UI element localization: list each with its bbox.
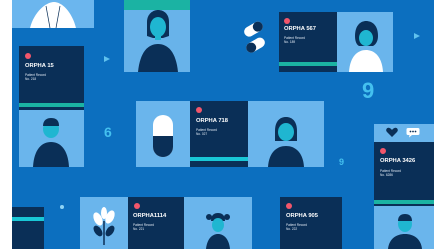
numeral-nine-large: 9 xyxy=(362,78,375,103)
orpha-code: ORPHA 15 xyxy=(25,63,54,69)
person-silhouette-woman-bob xyxy=(268,117,304,167)
person-tile-woman-right xyxy=(337,12,393,72)
record-number: No. 218 xyxy=(25,77,37,81)
person-tile-man-bottom-right xyxy=(374,206,434,249)
right-frame-edge xyxy=(434,0,440,249)
status-dot xyxy=(284,18,290,24)
orpha-code: ORPHA 3426 xyxy=(380,158,416,164)
record-card-orpha-718: ORPHA 718 Patient Record No. 027 xyxy=(190,101,248,167)
record-number: No. 222 xyxy=(286,227,298,231)
left-frame-edge xyxy=(0,0,12,249)
status-dot xyxy=(134,203,140,209)
pill-icon xyxy=(153,115,173,157)
card-status-bar xyxy=(190,157,248,161)
sparkle-dot xyxy=(60,205,64,209)
person-silhouette-woman xyxy=(138,10,178,72)
person-silhouette-woman-curly xyxy=(349,21,383,72)
record-card-orpha-15: ORPHA 15 Patient Record No. 218 xyxy=(19,46,84,110)
numeral-six: 6 xyxy=(104,124,112,140)
pill-tile xyxy=(136,101,190,167)
record-card-partial-left xyxy=(12,207,44,249)
card-status-bar xyxy=(374,200,434,204)
person-tile-top-left xyxy=(12,0,94,29)
pointer-arrow-icon xyxy=(414,33,420,39)
record-card-orpha-1114: ORPHA1114 Patient Record No. 221 xyxy=(128,197,184,249)
plant-tile xyxy=(80,197,128,249)
status-dot xyxy=(196,107,202,113)
person-silhouette-man xyxy=(33,118,69,167)
person-tile-woman-top xyxy=(124,0,190,72)
card-status-bar xyxy=(279,62,337,66)
status-dot xyxy=(25,53,31,59)
record-number: No. 221 xyxy=(133,227,145,231)
record-number: No. 027 xyxy=(196,132,208,136)
record-number: No. 189 xyxy=(284,40,296,44)
capsules-icon xyxy=(244,21,265,53)
chat-bubble-icon xyxy=(406,128,420,138)
record-card-orpha-905: ORPHA 905 Patient Record No. 222 xyxy=(280,197,342,249)
record-card-orpha-567: ORPHA 567 Patient Record No. 189 xyxy=(279,12,337,72)
orpha-code: ORPHA 905 xyxy=(286,213,319,219)
pointer-arrow-icon xyxy=(104,56,110,62)
record-card-orpha-3426: ORPHA 3426 Patient Record No. 6286 xyxy=(374,142,434,206)
record-number: No. 6286 xyxy=(380,173,393,177)
person-silhouette-girl xyxy=(206,213,230,249)
person-tile-girl xyxy=(184,197,252,249)
status-dot xyxy=(286,203,292,209)
card-status-bar xyxy=(12,217,44,221)
person-tile-man-left xyxy=(19,110,84,167)
person-tile-woman-center xyxy=(248,101,324,167)
orpha-code: ORPHA1114 xyxy=(133,213,167,219)
plant-icon xyxy=(93,207,115,245)
scene-background: ORPHA 567 Patient Record No. 189 ORPHA 1… xyxy=(0,0,440,249)
status-dot xyxy=(380,148,386,154)
person-silhouette-man-bottom xyxy=(388,214,422,249)
numeral-nine-small: 9 xyxy=(339,157,345,167)
orpha-code: ORPHA 567 xyxy=(284,26,317,32)
person-silhouette-white xyxy=(30,2,76,29)
orpha-code: ORPHA 718 xyxy=(196,118,229,124)
icon-tile-top-right xyxy=(374,124,434,142)
heart-icon xyxy=(386,127,398,137)
card-status-bar xyxy=(19,103,84,107)
